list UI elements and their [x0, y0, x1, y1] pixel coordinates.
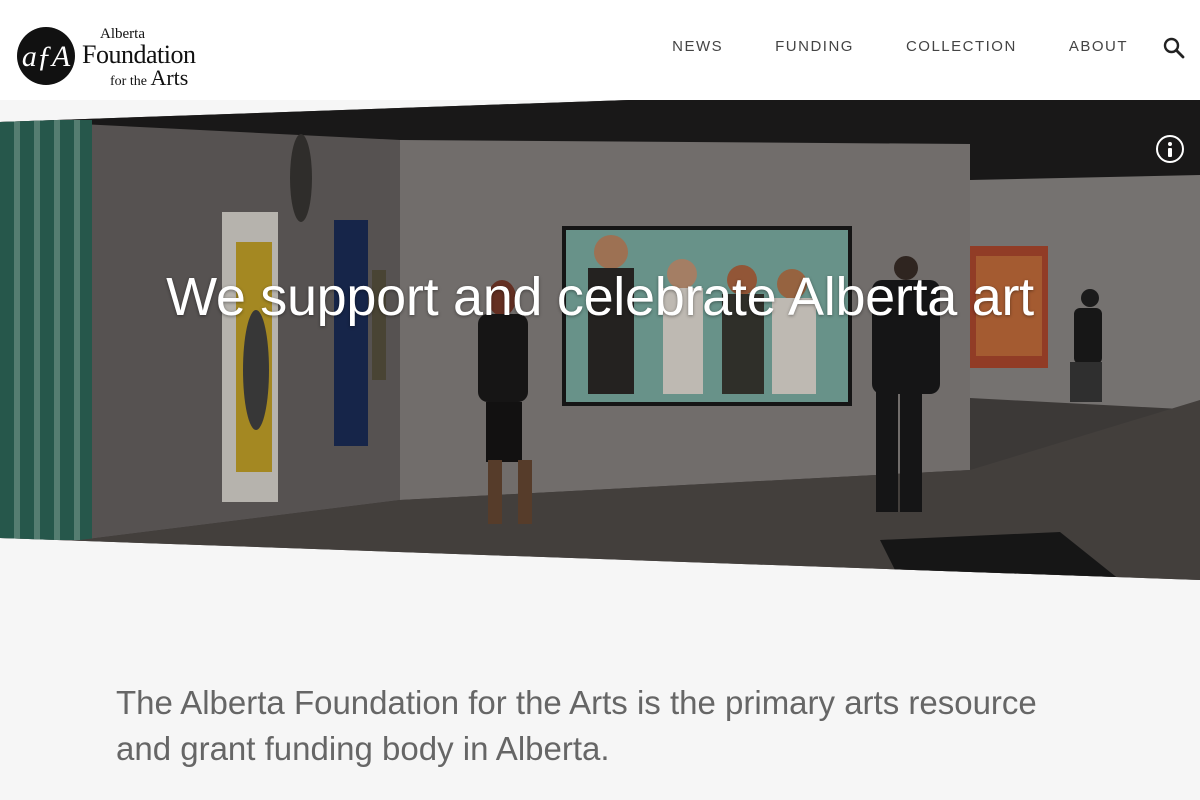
search-button[interactable]: [1162, 36, 1186, 60]
svg-text:aƒA: aƒA: [22, 40, 71, 73]
site-logo[interactable]: aƒA Alberta Foundation for the Arts: [14, 25, 234, 90]
logo-line-for-the-arts: for the Arts: [110, 65, 189, 90]
nav-about[interactable]: ABOUT: [1069, 38, 1128, 55]
hero-title: We support and celebrate Alberta art: [166, 267, 1034, 327]
site-header: aƒA Alberta Foundation for the Arts NEWS…: [0, 0, 1200, 100]
intro-text: The Alberta Foundation for the Arts is t…: [116, 684, 1037, 767]
nav-collection[interactable]: COLLECTION: [906, 38, 1017, 55]
logo-wordmark: Alberta Foundation for the Arts: [82, 27, 196, 90]
logo-monogram-icon: aƒA: [17, 27, 75, 85]
hero-banner: We support and celebrate Alberta art: [0, 80, 1200, 580]
main-nav: NEWS FUNDING COLLECTION ABOUT: [672, 38, 1128, 55]
gallery-photo: [0, 80, 1200, 580]
info-button[interactable]: [1156, 135, 1184, 163]
info-icon: [1168, 142, 1172, 146]
search-icon: [1163, 37, 1185, 59]
nav-funding[interactable]: FUNDING: [775, 38, 854, 55]
nav-news[interactable]: NEWS: [672, 38, 723, 55]
